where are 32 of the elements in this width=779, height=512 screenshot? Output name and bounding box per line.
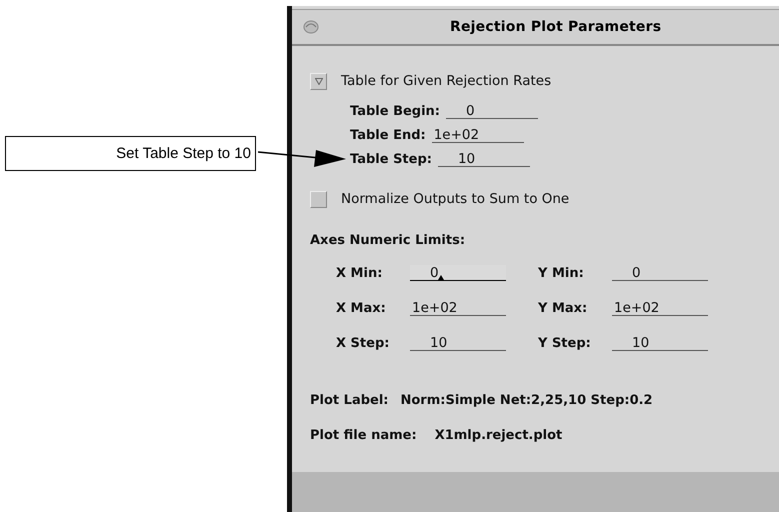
input-field[interactable]: 0 — [410, 265, 506, 281]
field-label: X Step: — [336, 336, 390, 351]
info-value: X1mlp.reject.plot — [434, 428, 562, 443]
field-label: Y Max: — [538, 301, 588, 316]
info-label: Plot Label: — [310, 393, 388, 408]
triangle-icon — [314, 78, 322, 84]
info-label: Plot file name: — [310, 428, 417, 443]
input-field[interactable]: 0 — [612, 265, 708, 281]
field-label: Table Begin: — [350, 104, 440, 119]
checkbox[interactable] — [310, 190, 327, 208]
input-field[interactable]: 1e+02 — [612, 300, 708, 316]
input-field[interactable]: 10 — [410, 335, 506, 351]
section-heading: Axes Numeric Limits: — [310, 233, 466, 248]
field-label: Y Min: — [538, 266, 585, 281]
text-cursor-icon — [438, 275, 444, 280]
info-value: Norm:Simple Net:2,25,10 Step:0.2 — [400, 393, 653, 408]
field-label: X Max: — [336, 301, 387, 316]
input-field[interactable]: 1e+02 — [432, 127, 524, 143]
checkbox-label: Normalize Outputs to Sum to One — [341, 191, 570, 207]
checkbox-label: Table for Given Rejection Rates — [341, 73, 552, 89]
window-title: Rejection Plot Parameters — [450, 19, 662, 35]
input-field[interactable]: 10 — [438, 151, 530, 167]
field-label: Y Step: — [538, 336, 592, 351]
field-label: X Min: — [336, 266, 384, 281]
callout-box: Set Table Step to 10 — [5, 136, 256, 171]
input-field[interactable]: 0 — [446, 103, 538, 119]
field-label: Table End: — [350, 128, 426, 143]
input-field[interactable]: 1e+02 — [410, 300, 506, 316]
window-menu-icon[interactable] — [302, 19, 320, 35]
checkbox[interactable] — [310, 72, 327, 90]
input-field[interactable]: 10 — [612, 335, 708, 351]
field-label: Table Step: — [350, 152, 432, 167]
